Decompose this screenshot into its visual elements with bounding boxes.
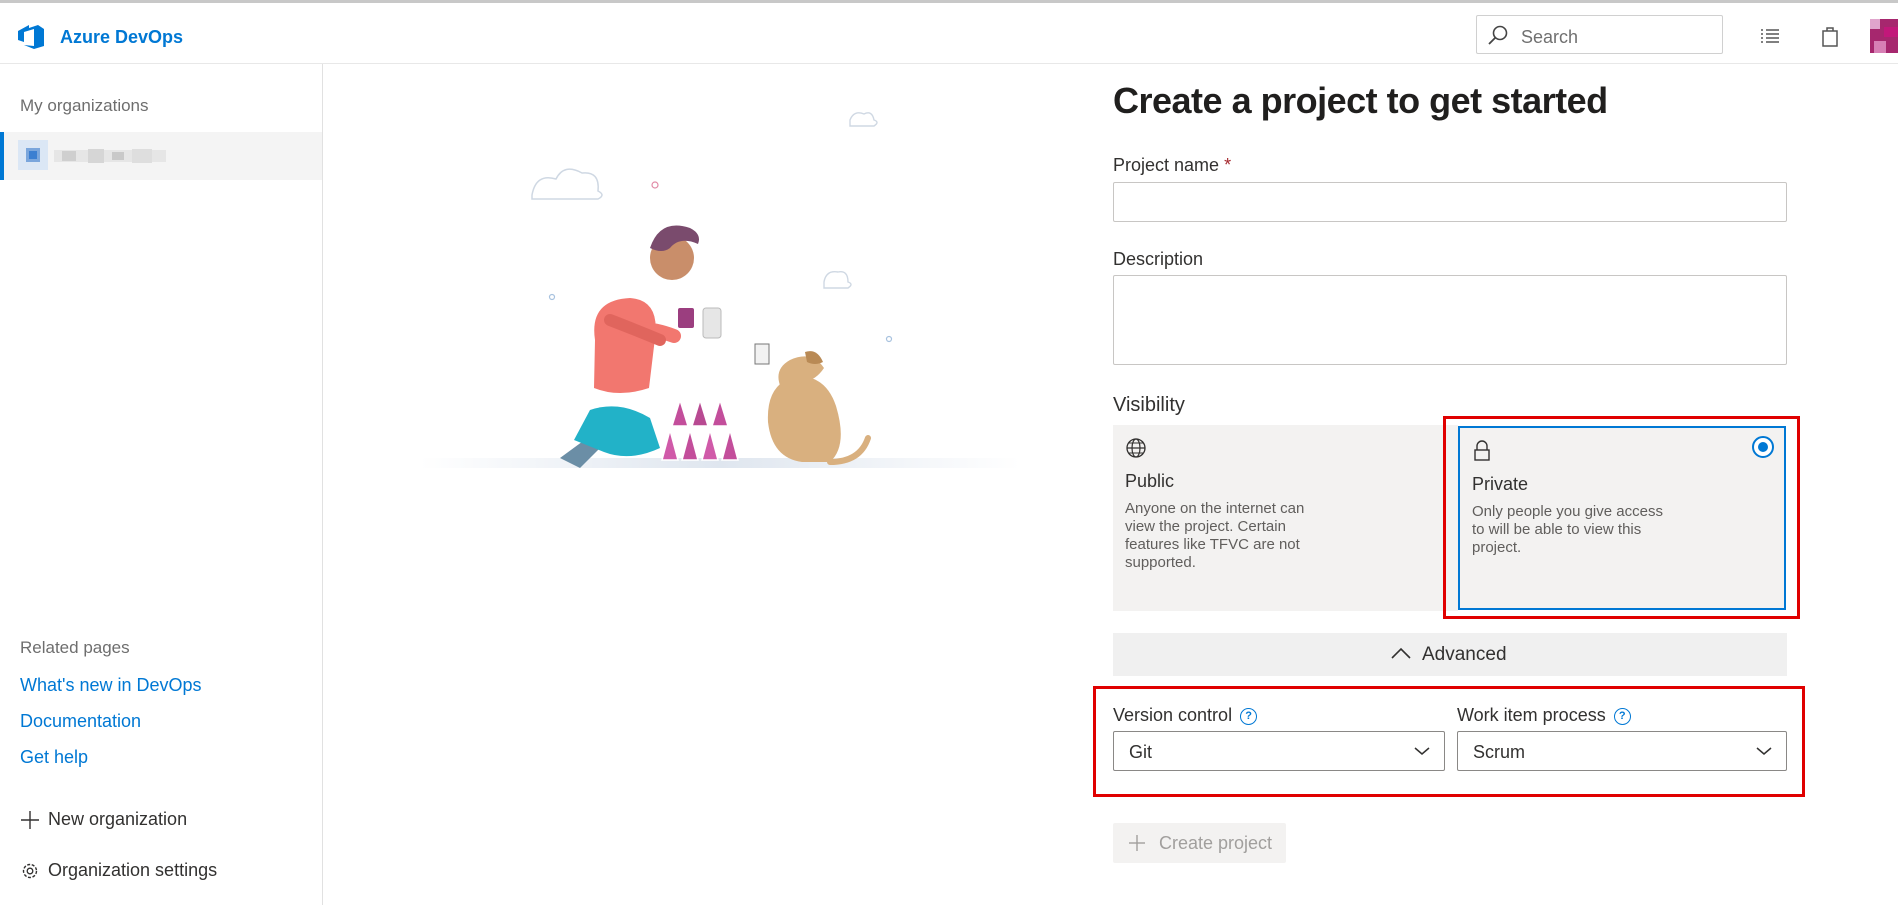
- work-item-process-dropdown[interactable]: Scrum: [1457, 731, 1787, 771]
- create-project-label: Create project: [1159, 833, 1273, 853]
- project-name-input[interactable]: [1113, 182, 1787, 222]
- work-item-process-value: Scrum: [1473, 742, 1526, 762]
- gear-icon: [22, 863, 38, 879]
- related-pages-heading: Related pages: [20, 638, 130, 657]
- required-asterisk: *: [1224, 155, 1232, 175]
- get-help-link[interactable]: Get help: [20, 747, 88, 768]
- lock-icon: [1474, 440, 1490, 461]
- top-bar: Azure DevOps Search: [0, 3, 1898, 64]
- work-item-process-label: Work item process?: [1457, 705, 1631, 726]
- visibility-public-name: Public: [1125, 471, 1175, 491]
- version-control-dropdown[interactable]: Git: [1113, 731, 1445, 771]
- organization-avatar: [18, 140, 48, 170]
- whats-new-link[interactable]: What's new in DevOps: [20, 675, 202, 696]
- advanced-label: Advanced: [1422, 644, 1507, 665]
- visibility-label: Visibility: [1113, 394, 1185, 416]
- version-control-value: Git: [1129, 742, 1153, 762]
- brand-name[interactable]: Azure DevOps: [60, 27, 183, 48]
- new-organization-label: New organization: [48, 809, 188, 829]
- project-name-label: Project name *: [1113, 155, 1231, 176]
- chevron-down-icon: [1756, 747, 1772, 755]
- private-radio-selected[interactable]: [1752, 436, 1774, 458]
- chevron-up-icon: [1391, 647, 1411, 659]
- organization-name-redacted: [54, 149, 166, 163]
- work-items-icon[interactable]: [1758, 24, 1782, 48]
- visibility-private-description: Only people you give access to will be a…: [1472, 503, 1663, 556]
- chevron-down-icon: [1414, 747, 1430, 755]
- project-name-label-text: Project name: [1113, 155, 1220, 175]
- azure-devops-logo-icon[interactable]: [16, 22, 46, 50]
- version-control-label: Version control?: [1113, 705, 1258, 726]
- visibility-public-description: Anyone on the internet can view the proj…: [1125, 500, 1305, 571]
- globe-icon: [1126, 438, 1146, 458]
- documentation-link[interactable]: Documentation: [20, 711, 141, 732]
- organization-settings-label: Organization settings: [48, 860, 218, 880]
- advanced-toggle-button[interactable]: Advanced: [1113, 633, 1787, 676]
- marketplace-bag-icon[interactable]: [1818, 24, 1842, 48]
- visibility-private-name: Private: [1472, 474, 1529, 494]
- visibility-option-private[interactable]: Private Only people you give access to w…: [1458, 426, 1786, 610]
- description-label: Description: [1113, 249, 1204, 269]
- visibility-option-public[interactable]: Public Anyone on the internet can view t…: [1113, 425, 1458, 611]
- page-title: Create a project to get started: [1113, 80, 1608, 121]
- version-control-help-icon[interactable]: ?: [1240, 708, 1258, 725]
- plus-icon: [21, 811, 39, 829]
- work-item-process-label-text: Work item process: [1457, 705, 1606, 725]
- sidebar: My organizations Related pages What's ne…: [0, 64, 323, 905]
- search-placeholder: Search: [1521, 27, 1579, 47]
- work-item-process-help-icon[interactable]: ?: [1613, 708, 1631, 725]
- selection-indicator: [0, 132, 4, 180]
- version-control-label-text: Version control: [1113, 705, 1233, 725]
- search-icon: [1488, 25, 1508, 45]
- description-textarea[interactable]: [1113, 275, 1787, 365]
- user-avatar[interactable]: [1870, 19, 1898, 53]
- organization-item[interactable]: [0, 132, 322, 180]
- plus-icon: [1129, 835, 1145, 851]
- create-project-button[interactable]: Create project: [1113, 823, 1286, 863]
- search-box[interactable]: Search: [1476, 15, 1723, 54]
- organizations-heading: My organizations: [20, 96, 149, 115]
- house-of-cards-illustration: [420, 112, 1020, 468]
